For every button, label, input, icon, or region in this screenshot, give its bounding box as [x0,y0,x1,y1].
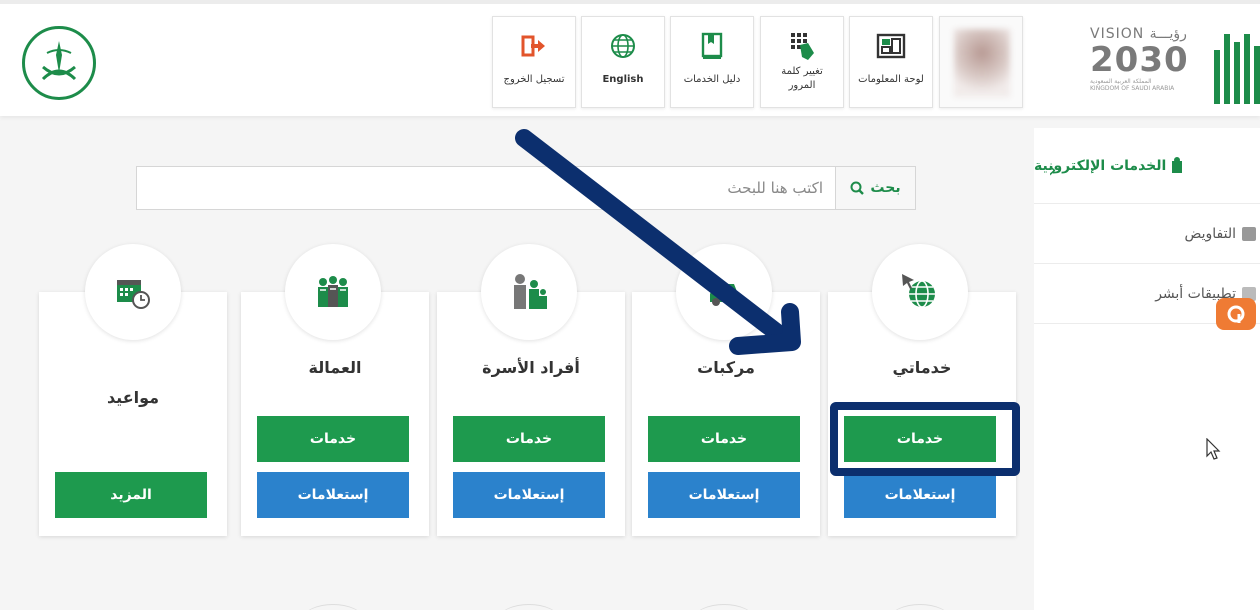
workers-icon [318,276,348,307]
logout-icon [521,31,547,61]
avatar-photo [954,29,1010,97]
card-title: العمالة [308,358,362,377]
services-button[interactable]: خدمات [648,416,800,462]
user-avatar[interactable] [939,16,1023,108]
inquiries-button[interactable]: إستعلامات [453,472,605,518]
absher-mark-icon [1212,30,1260,104]
dashboard-button[interactable]: لوحة المعلومات [849,16,933,108]
card-icon-circle [85,244,181,340]
calendar-clock-icon [117,280,150,309]
car-icon [710,284,738,306]
globe-icon [610,31,636,61]
floating-app-badge-icon[interactable] [1216,298,1256,330]
card-icon-circle [285,244,381,340]
services-guide-label: دليل الخدمات [683,74,741,85]
change-password-label-line1: تغيير كلمة [781,66,823,77]
inquiries-button[interactable]: إستعلامات [257,472,409,518]
briefcase-icon [1242,226,1256,241]
change-password-button[interactable]: تغيير كلمة المرور [760,16,844,108]
keypad-icon [788,31,816,61]
next-row-circle [499,604,559,610]
vision-year: 2030 [1090,40,1189,80]
card-title: خدماتي [892,358,952,377]
book-icon [700,31,724,61]
logout-button[interactable]: تسجيل الخروج [492,16,576,108]
sidebar-item-delegations[interactable]: التفاويض [1034,204,1260,264]
dashboard-label: لوحة المعلومات [858,74,924,85]
language-label: English [602,74,644,85]
next-row-circle [890,604,950,610]
search-button-label: بحث [870,180,901,196]
services-button[interactable]: خدمات [257,416,409,462]
eservices-icon [1172,156,1183,173]
mouse-cursor-icon [1206,438,1221,460]
top-header: تسجيل الخروج English دليل الخدمات تغيير … [0,0,1260,116]
card-title: أفراد الأسرة [482,358,580,377]
vision-sub-ar: المملكة العربية السعودية [1090,78,1152,85]
sidebar-item-label: التفاويض [1184,225,1236,242]
vision-2030-logo: VISION رؤيـــة 2030 المملكة العربية السع… [1090,26,1210,106]
more-button[interactable]: المزيد [55,472,207,518]
inquiries-button[interactable]: إستعلامات [648,472,800,518]
next-row-circle [694,604,754,610]
card-icon-circle [481,244,577,340]
services-button[interactable]: خدمات [844,416,996,462]
card-icon-circle [872,244,968,340]
card-title: مواعيد [106,388,160,407]
card-icon-circle [676,244,772,340]
search-bar: بحث [136,166,916,210]
language-button[interactable]: English [581,16,665,108]
sidebar-header[interactable]: الخدمات الإلكترونية ‹ [1034,128,1260,204]
dashboard-icon [876,31,906,61]
family-icon [514,274,547,309]
search-input[interactable] [137,167,835,209]
next-row-circle [303,604,363,610]
services-button[interactable]: خدمات [453,416,605,462]
globe-cursor-icon [902,274,935,308]
change-password-label-line2: المرور [788,80,816,91]
logout-label: تسجيل الخروج [503,74,565,85]
search-icon [850,181,865,195]
sidebar: الخدمات الإلكترونية ‹ التفاويض تطبيقات أ… [1034,128,1260,610]
inquiries-button[interactable]: إستعلامات [844,472,996,518]
chevron-left-icon[interactable]: ‹ [1048,158,1057,183]
search-button[interactable]: بحث [835,167,915,209]
change-password-label: تغيير كلمة المرور [777,65,827,93]
card-title: مركبات [697,358,755,377]
saudi-emblem-logo [22,26,96,100]
services-guide-button[interactable]: دليل الخدمات [670,16,754,108]
vision-sub-en: KINGDOM OF SAUDI ARABIA [1090,85,1175,92]
